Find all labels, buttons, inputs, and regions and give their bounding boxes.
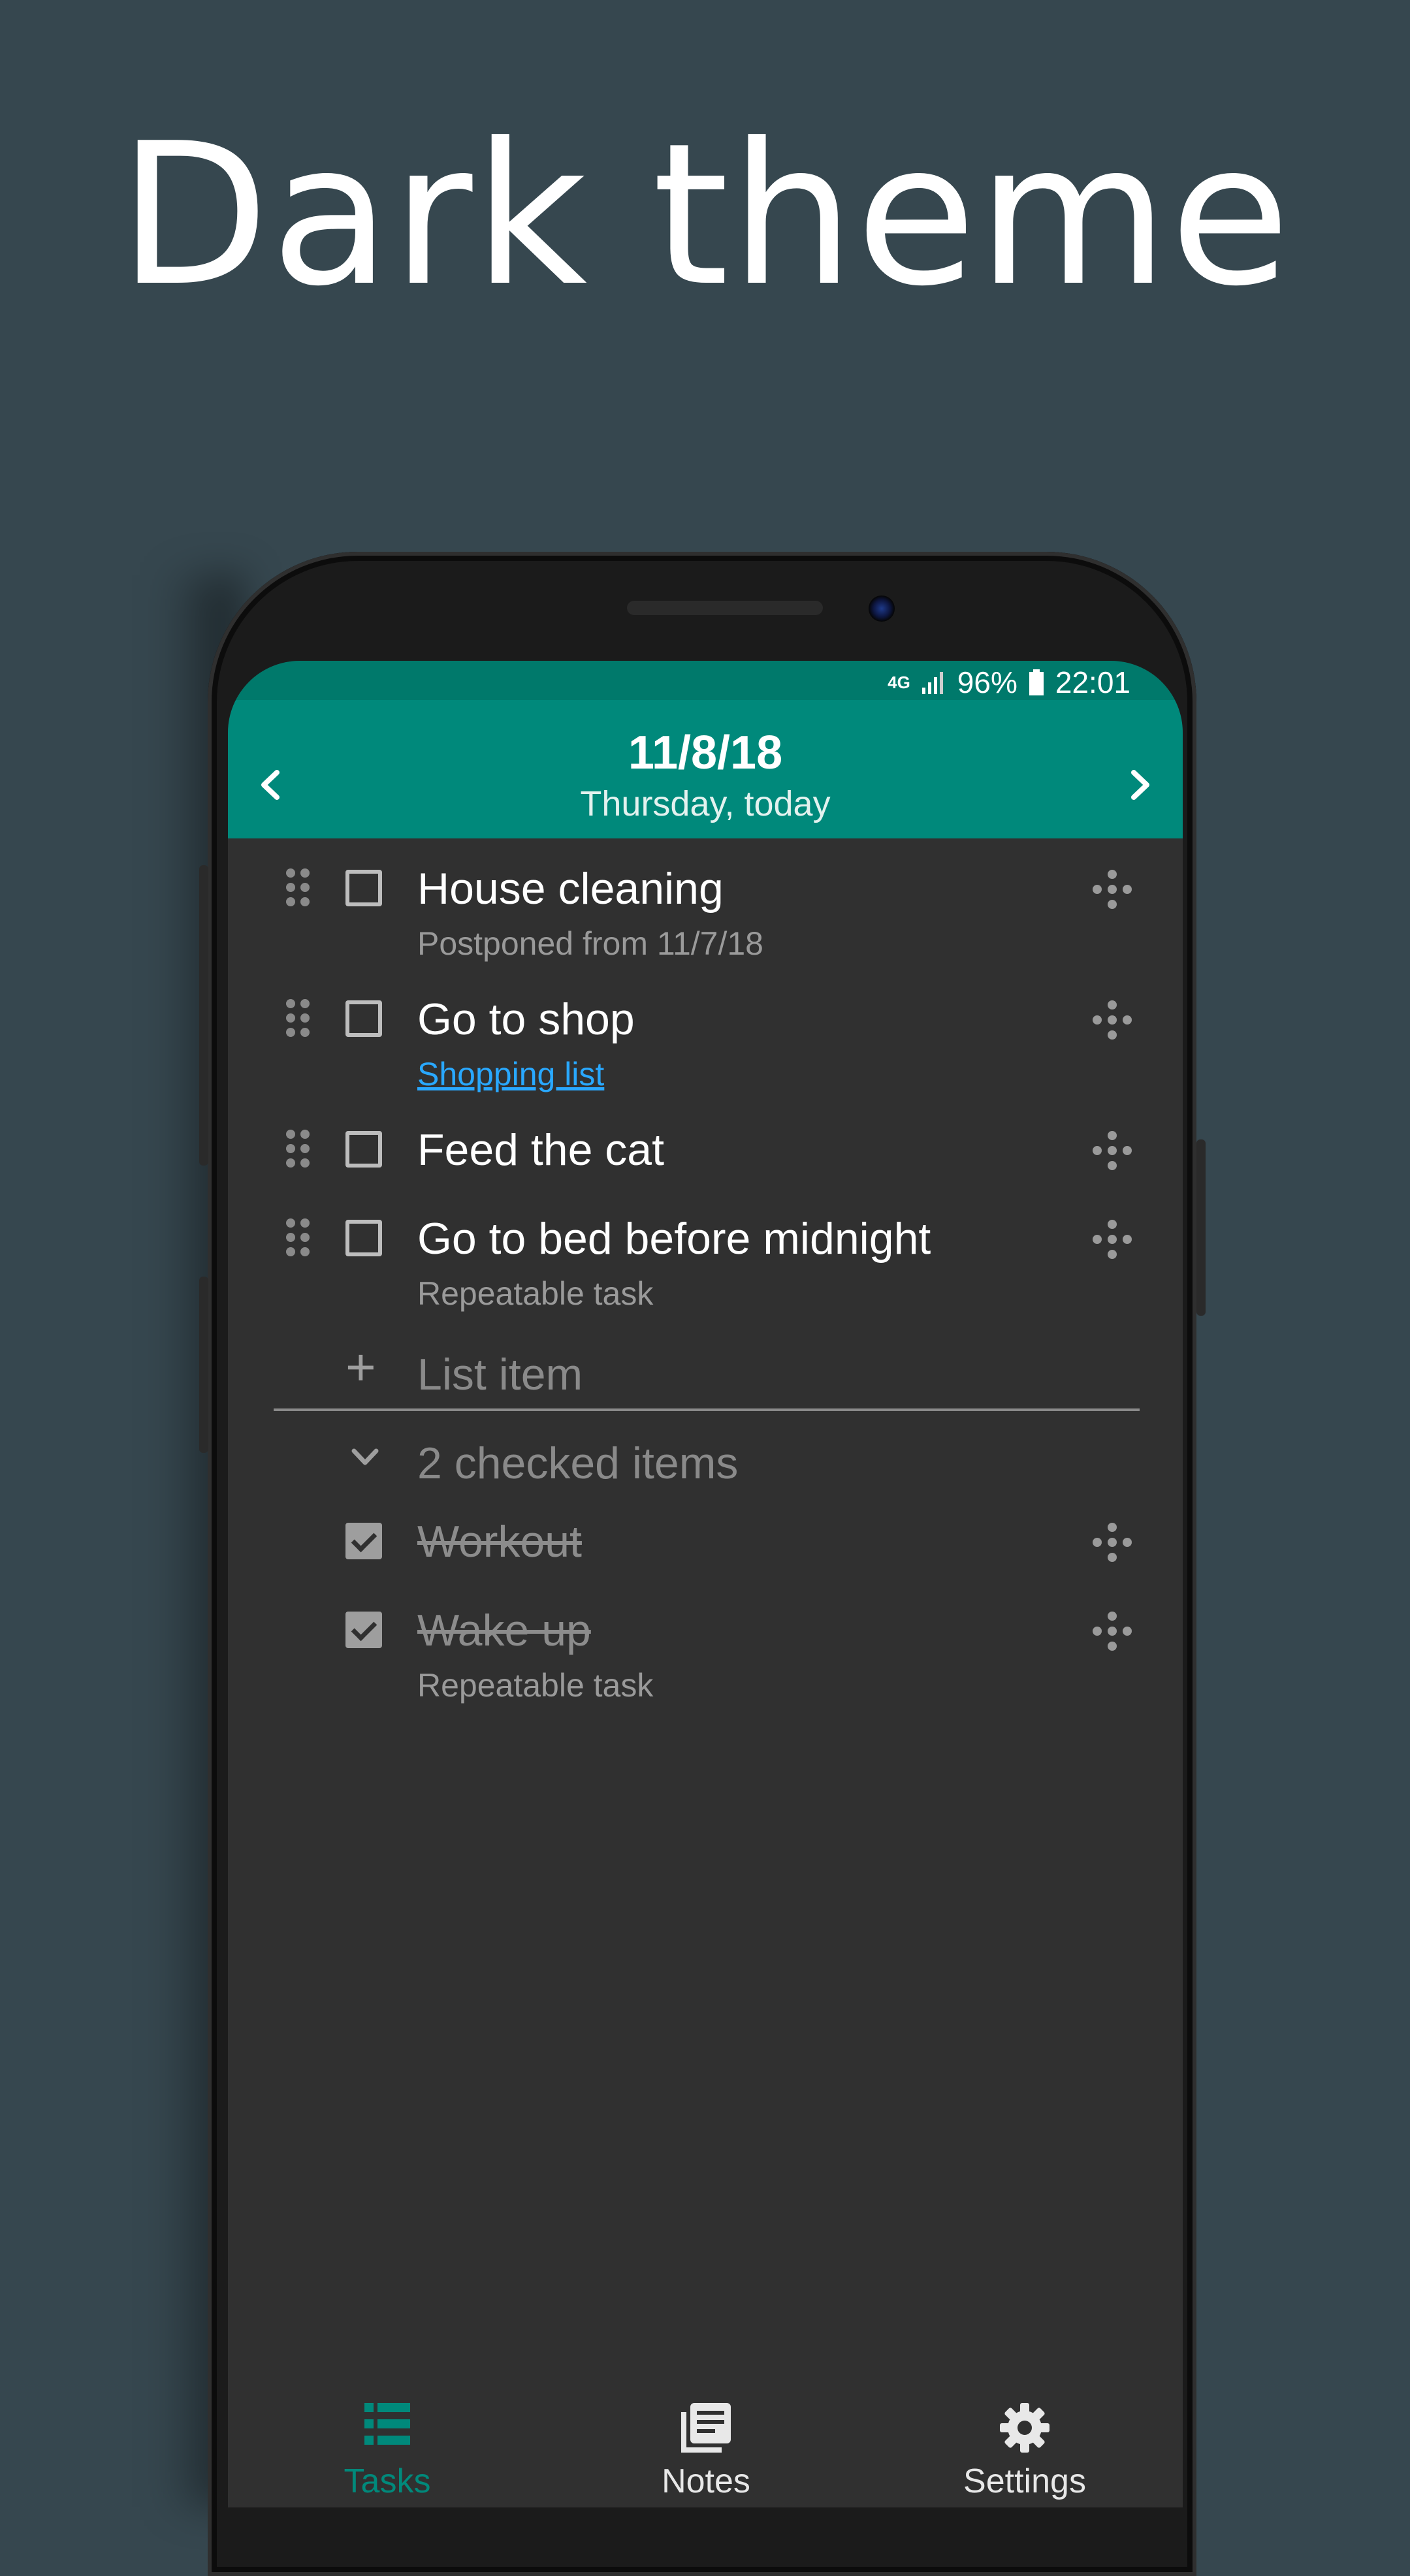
clock: 22:01 [1055,665,1130,699]
checked-items-toggle[interactable]: 2 checked items [228,1418,1183,1503]
bixby-button [199,1277,208,1453]
add-list-item-row[interactable]: + List item [228,1335,1183,1413]
drag-handle-icon[interactable] [286,999,312,1038]
bottom-navigation: Tasks Notes Settings [228,2385,1183,2507]
signal-icon [921,672,943,694]
task-subtitle: Repeatable task [417,1667,654,1704]
chevron-right-icon[interactable] [1114,759,1166,811]
task-row[interactable]: Feed the cat [228,1115,1183,1204]
task-title[interactable]: Go to shop [417,994,635,1045]
tab-notes[interactable]: Notes [547,2385,865,2507]
tab-label: Settings [963,2462,1086,2500]
task-title[interactable]: House cleaning [417,863,724,914]
task-subtitle: Repeatable task [417,1275,654,1312]
task-title[interactable]: Wake up [417,1605,591,1656]
battery-percent: 96% [957,665,1017,699]
checked-items-label: 2 checked items [417,1439,739,1488]
front-camera [869,596,895,622]
task-checkbox[interactable] [345,1220,382,1256]
power-button [1196,1139,1206,1316]
move-icon[interactable] [1093,1523,1132,1562]
network-indicator: 4G [888,672,910,692]
day-subtitle: Thursday, today [580,784,831,823]
volume-button [199,865,208,1166]
move-icon[interactable] [1093,870,1132,909]
task-checkbox-checked[interactable] [345,1523,382,1559]
checked-task-row[interactable]: Workout [228,1507,1183,1596]
drag-handle-icon[interactable] [286,1130,312,1169]
plus-icon: + [345,1338,376,1396]
move-icon[interactable] [1093,1000,1132,1040]
task-row[interactable]: Go to shop Shopping list [228,985,1183,1115]
drag-handle-icon[interactable] [286,1218,312,1258]
gear-icon [1000,2403,1049,2453]
chevron-down-icon [351,1448,379,1465]
move-icon[interactable] [1093,1131,1132,1170]
app-bar: 11/8/18 Thursday, today [228,700,1183,838]
date-title[interactable]: 11/8/18 [228,726,1183,780]
tab-tasks[interactable]: Tasks [228,2385,547,2507]
add-item-label[interactable]: List item [417,1349,583,1400]
shopping-list-link[interactable]: Shopping list [417,1055,604,1093]
checked-task-row[interactable]: Wake up Repeatable task [228,1596,1183,1726]
task-row[interactable]: House cleaning Postponed from 11/7/18 [228,854,1183,985]
task-checkbox-checked[interactable] [345,1612,382,1648]
task-checkbox[interactable] [345,1000,382,1037]
battery-icon [1029,669,1044,695]
tab-label: Tasks [344,2462,431,2500]
screen: 4G 96% 22:01 11/8/18 Thursday, today Hou… [228,661,1183,2507]
notes-icon [681,2403,731,2453]
divider [274,1408,1140,1411]
earpiece [627,601,823,615]
task-title[interactable]: Workout [417,1516,582,1567]
move-icon[interactable] [1093,1612,1132,1651]
drag-handle-icon[interactable] [286,868,312,908]
tab-settings[interactable]: Settings [865,2385,1183,2507]
task-title[interactable]: Feed the cat [417,1124,664,1175]
task-checkbox[interactable] [345,870,382,906]
task-row[interactable]: Go to bed before midnight Repeatable tas… [228,1204,1183,1335]
move-icon[interactable] [1093,1220,1132,1259]
task-checkbox[interactable] [345,1131,382,1168]
status-bar: 4G 96% 22:01 [228,661,1183,700]
task-title[interactable]: Go to bed before midnight [417,1213,931,1264]
task-subtitle: Postponed from 11/7/18 [417,925,763,962]
headline: Dark theme [118,101,1292,329]
list-icon [364,2403,410,2445]
tab-label: Notes [662,2462,750,2500]
